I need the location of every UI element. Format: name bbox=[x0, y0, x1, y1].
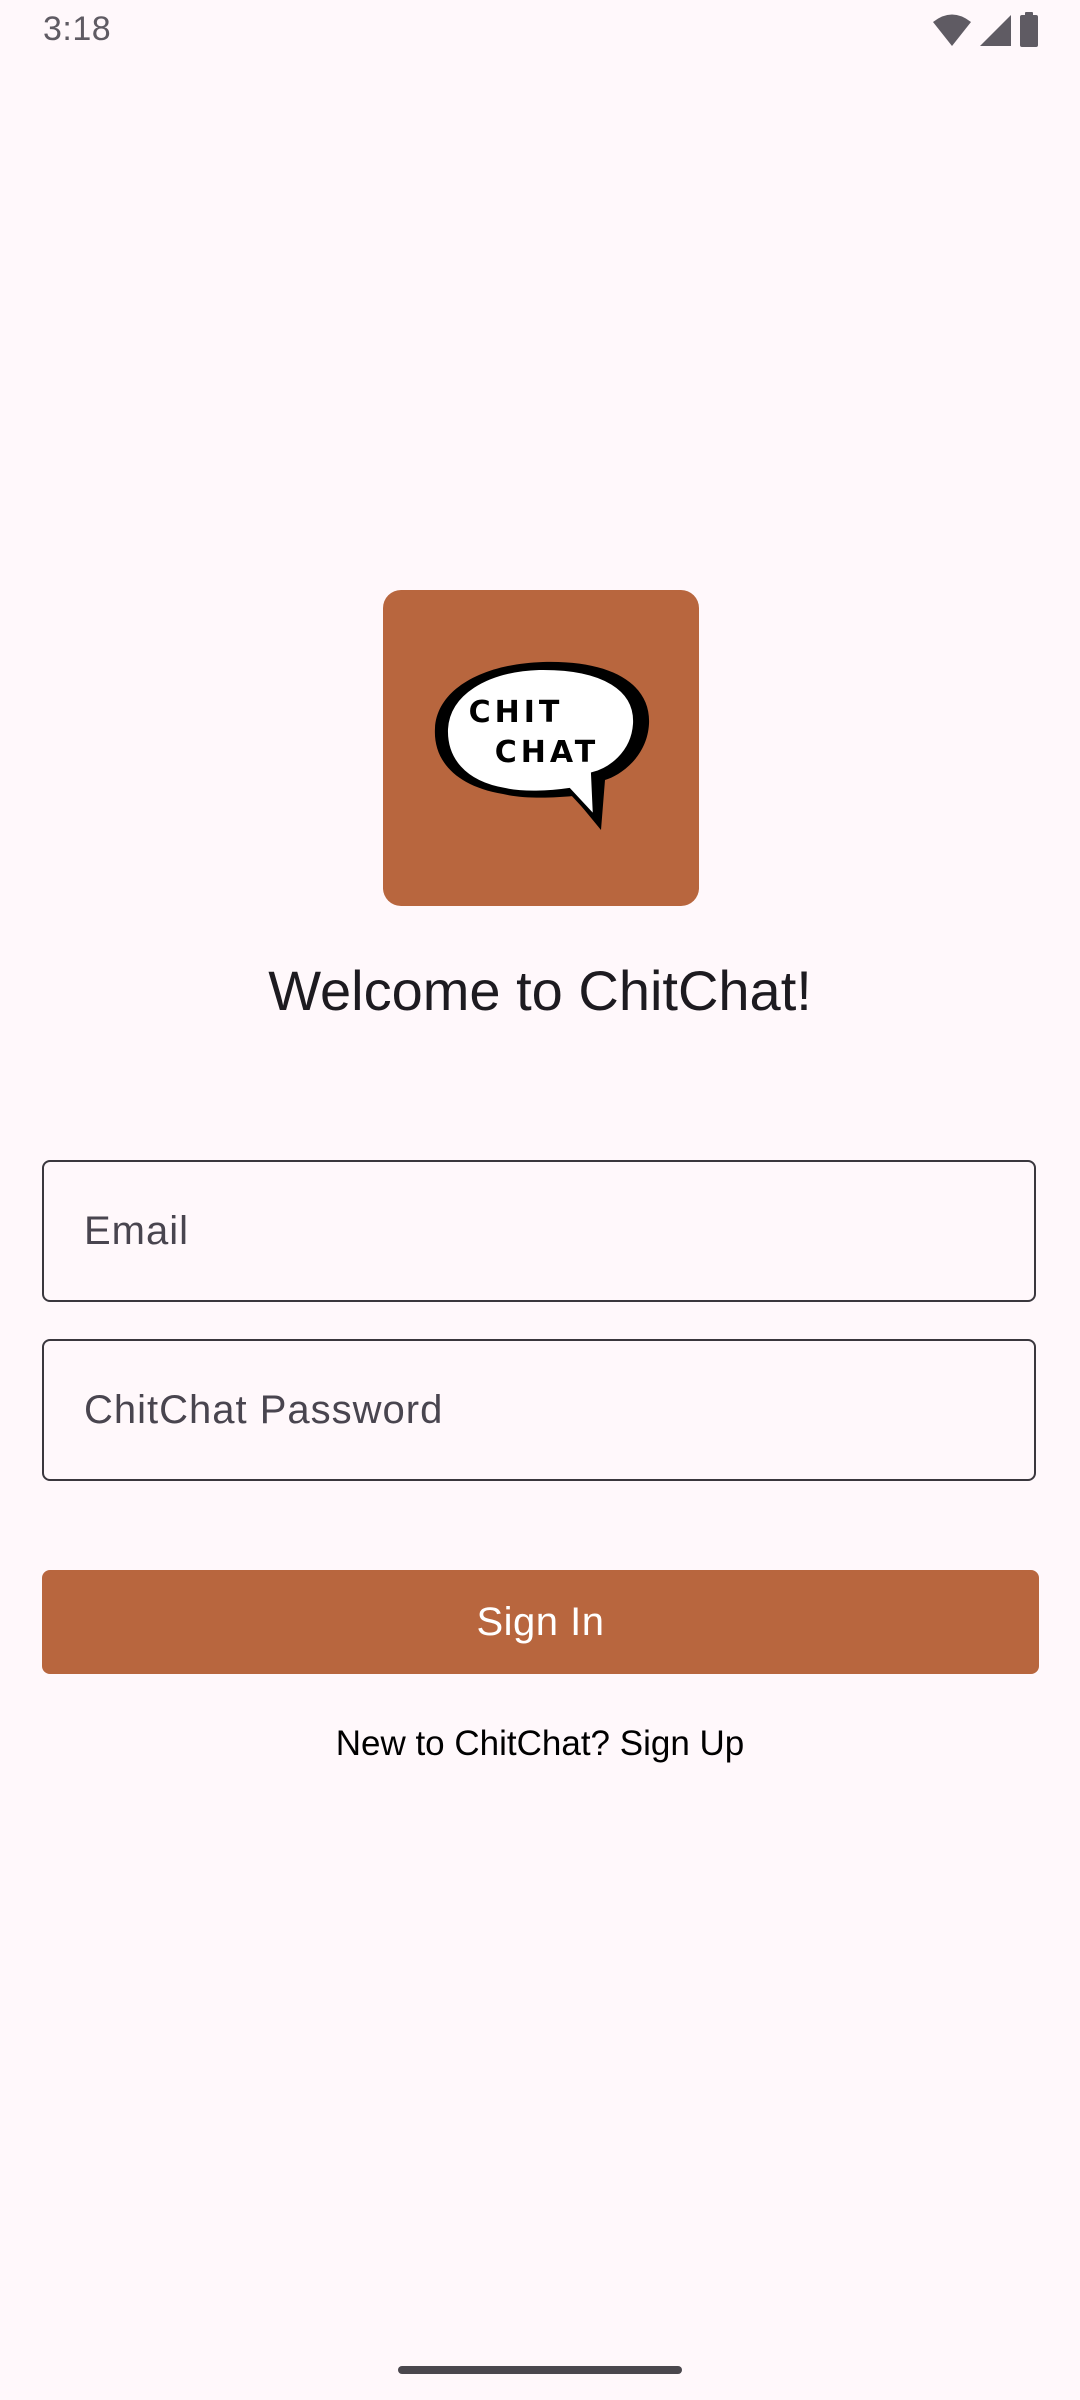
wifi-icon bbox=[932, 13, 972, 47]
password-input[interactable] bbox=[44, 1341, 1034, 1479]
gesture-nav-handle[interactable] bbox=[398, 2366, 682, 2374]
logo-text-line2: CHAT bbox=[495, 735, 599, 770]
status-icons bbox=[932, 12, 1040, 48]
app-logo: CHIT CHAT bbox=[383, 590, 699, 906]
welcome-title: Welcome to ChitChat! bbox=[268, 959, 812, 1022]
battery-icon bbox=[1018, 12, 1040, 48]
email-field[interactable] bbox=[42, 1160, 1036, 1302]
speech-bubble-icon: CHIT CHAT bbox=[434, 661, 650, 830]
password-field[interactable] bbox=[42, 1339, 1036, 1481]
logo-text-line1: CHIT bbox=[469, 695, 564, 730]
status-bar: 3:18 bbox=[0, 0, 1080, 64]
cell-signal-icon bbox=[978, 13, 1012, 47]
sign-up-link[interactable]: New to ChitChat? Sign Up bbox=[0, 1724, 1080, 1764]
status-time: 3:18 bbox=[43, 10, 112, 48]
sign-in-button[interactable]: Sign In bbox=[42, 1570, 1039, 1674]
email-input[interactable] bbox=[44, 1162, 1034, 1300]
